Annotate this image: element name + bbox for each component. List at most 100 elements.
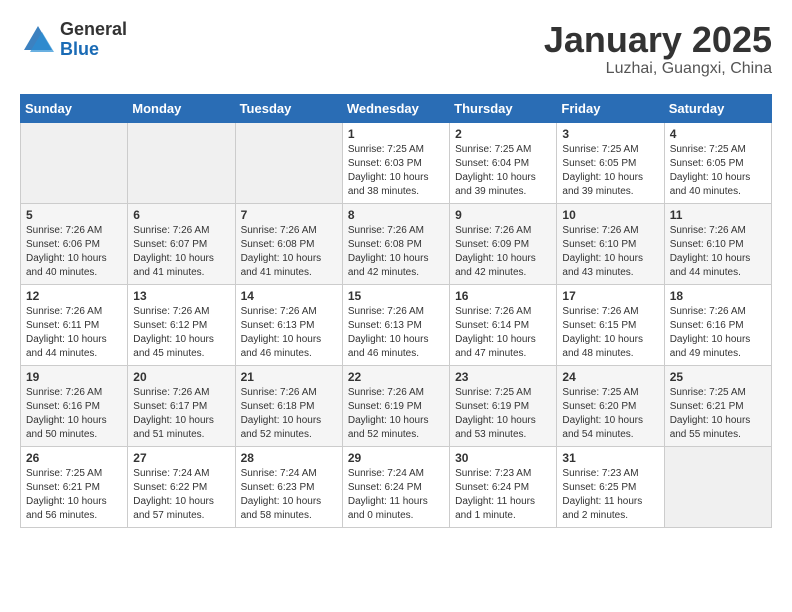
header-day: Saturday	[664, 94, 771, 122]
calendar-cell: 12Sunrise: 7:26 AM Sunset: 6:11 PM Dayli…	[21, 284, 128, 365]
cell-info-text: Sunrise: 7:26 AM Sunset: 6:18 PM Dayligh…	[241, 386, 337, 442]
calendar-cell: 18 Sunrise: 7:26 AM Sunset: 6:16 PM Dayli…	[664, 284, 771, 365]
calendar-cell: 22 Sunrise: 7:26 AM Sunset: 6:19 PM Dayli…	[342, 365, 449, 446]
cell-info-text: Sunrise: 7:24 AM Sunset: 6:22 PM Dayligh…	[133, 467, 229, 523]
calendar-cell: 21 Sunrise: 7:26 AM Sunset: 6:18 PM Dayli…	[235, 365, 342, 446]
calendar-cell: 8 Sunrise: 7:26 AM Sunset: 6:08 PM Daylig…	[342, 203, 449, 284]
cell-date-number: 18	[670, 289, 766, 303]
calendar-cell: 14Sunrise: 7:26 AM Sunset: 6:13 PM Dayli…	[235, 284, 342, 365]
calendar-week-row: 19 Sunrise: 7:26 AM Sunset: 6:16 PM Dayli…	[21, 365, 772, 446]
cell-info-text: Sunrise: 7:26 AM Sunset: 6:07 PM Dayligh…	[133, 224, 229, 280]
header-day: Thursday	[450, 94, 557, 122]
logo-blue: Blue	[60, 40, 127, 60]
header-day: Tuesday	[235, 94, 342, 122]
logo-general: General	[60, 20, 127, 40]
cell-date-number: 13	[133, 289, 229, 303]
cell-date-number: 9	[455, 208, 551, 222]
cell-info-text: Sunrise: 7:23 AM Sunset: 6:24 PM Dayligh…	[455, 467, 551, 523]
calendar-cell: 2 Sunrise: 7:25 AM Sunset: 6:04 PM Daylig…	[450, 122, 557, 203]
calendar-cell: 3 Sunrise: 7:25 AM Sunset: 6:05 PM Daylig…	[557, 122, 664, 203]
calendar-cell: 25 Sunrise: 7:25 AM Sunset: 6:21 PM Dayli…	[664, 365, 771, 446]
cell-date-number: 11	[670, 208, 766, 222]
cell-date-number: 25	[670, 370, 766, 384]
header-day: Wednesday	[342, 94, 449, 122]
page-header: General Blue January 2025 Luzhai, Guangx…	[20, 20, 772, 78]
cell-date-number: 15	[348, 289, 444, 303]
cell-date-number: 16	[455, 289, 551, 303]
calendar-week-row: 1 Sunrise: 7:25 AM Sunset: 6:03 PM Daylig…	[21, 122, 772, 203]
calendar-cell: 26 Sunrise: 7:25 AM Sunset: 6:21 PM Dayli…	[21, 446, 128, 527]
cell-date-number: 5	[26, 208, 122, 222]
calendar-cell: 6 Sunrise: 7:26 AM Sunset: 6:07 PM Daylig…	[128, 203, 235, 284]
cell-info-text: Sunrise: 7:26 AM Sunset: 6:16 PM Dayligh…	[26, 386, 122, 442]
calendar-week-row: 12Sunrise: 7:26 AM Sunset: 6:11 PM Dayli…	[21, 284, 772, 365]
calendar-cell: 29 Sunrise: 7:24 AM Sunset: 6:24 PM Dayli…	[342, 446, 449, 527]
cell-info-text: Sunrise: 7:26 AM Sunset: 6:19 PM Dayligh…	[348, 386, 444, 442]
calendar-title: January 2025	[544, 20, 772, 60]
calendar-cell	[128, 122, 235, 203]
calendar-cell: 15 Sunrise: 7:26 AM Sunset: 6:13 PM Dayli…	[342, 284, 449, 365]
logo-text: General Blue	[60, 20, 127, 60]
calendar-week-row: 5 Sunrise: 7:26 AM Sunset: 6:06 PM Daylig…	[21, 203, 772, 284]
calendar-table: SundayMondayTuesdayWednesdayThursdayFrid…	[20, 94, 772, 528]
cell-date-number: 10	[562, 208, 658, 222]
cell-date-number: 23	[455, 370, 551, 384]
cell-date-number: 21	[241, 370, 337, 384]
cell-info-text: Sunrise: 7:25 AM Sunset: 6:04 PM Dayligh…	[455, 143, 551, 199]
calendar-cell: 19 Sunrise: 7:26 AM Sunset: 6:16 PM Dayli…	[21, 365, 128, 446]
logo: General Blue	[20, 20, 127, 60]
cell-info-text: Sunrise: 7:26 AM Sunset: 6:15 PM Dayligh…	[562, 305, 658, 361]
cell-info-text: Sunrise: 7:25 AM Sunset: 6:21 PM Dayligh…	[670, 386, 766, 442]
calendar-cell: 27 Sunrise: 7:24 AM Sunset: 6:22 PM Dayli…	[128, 446, 235, 527]
cell-info-text: Sunrise: 7:26 AM Sunset: 6:17 PM Dayligh…	[133, 386, 229, 442]
cell-info-text: Sunrise: 7:26 AM Sunset: 6:08 PM Dayligh…	[241, 224, 337, 280]
cell-info-text: Sunrise: 7:26 AM Sunset: 6:06 PM Dayligh…	[26, 224, 122, 280]
calendar-cell: 9 Sunrise: 7:26 AM Sunset: 6:09 PM Daylig…	[450, 203, 557, 284]
cell-date-number: 26	[26, 451, 122, 465]
header-row: SundayMondayTuesdayWednesdayThursdayFrid…	[21, 94, 772, 122]
cell-info-text: Sunrise: 7:26 AM Sunset: 6:12 PM Dayligh…	[133, 305, 229, 361]
cell-info-text: Sunrise: 7:26 AM Sunset: 6:09 PM Dayligh…	[455, 224, 551, 280]
calendar-cell	[235, 122, 342, 203]
cell-date-number: 20	[133, 370, 229, 384]
calendar-cell: 16 Sunrise: 7:26 AM Sunset: 6:14 PM Dayli…	[450, 284, 557, 365]
cell-info-text: Sunrise: 7:24 AM Sunset: 6:24 PM Dayligh…	[348, 467, 444, 523]
calendar-cell: 4Sunrise: 7:25 AM Sunset: 6:05 PM Daylig…	[664, 122, 771, 203]
cell-info-text: Sunrise: 7:26 AM Sunset: 6:14 PM Dayligh…	[455, 305, 551, 361]
calendar-cell: 30Sunrise: 7:23 AM Sunset: 6:24 PM Dayli…	[450, 446, 557, 527]
cell-info-text: Sunrise: 7:25 AM Sunset: 6:05 PM Dayligh…	[562, 143, 658, 199]
cell-date-number: 4	[670, 127, 766, 141]
title-area: January 2025 Luzhai, Guangxi, China	[544, 20, 772, 78]
cell-date-number: 28	[241, 451, 337, 465]
calendar-cell: 1 Sunrise: 7:25 AM Sunset: 6:03 PM Daylig…	[342, 122, 449, 203]
cell-info-text: Sunrise: 7:26 AM Sunset: 6:16 PM Dayligh…	[670, 305, 766, 361]
logo-icon	[20, 22, 56, 58]
cell-date-number: 17	[562, 289, 658, 303]
cell-info-text: Sunrise: 7:26 AM Sunset: 6:08 PM Dayligh…	[348, 224, 444, 280]
cell-date-number: 12	[26, 289, 122, 303]
cell-info-text: Sunrise: 7:24 AM Sunset: 6:23 PM Dayligh…	[241, 467, 337, 523]
cell-date-number: 6	[133, 208, 229, 222]
cell-date-number: 22	[348, 370, 444, 384]
cell-info-text: Sunrise: 7:25 AM Sunset: 6:03 PM Dayligh…	[348, 143, 444, 199]
cell-date-number: 1	[348, 127, 444, 141]
cell-date-number: 24	[562, 370, 658, 384]
calendar-cell: 20 Sunrise: 7:26 AM Sunset: 6:17 PM Dayli…	[128, 365, 235, 446]
cell-info-text: Sunrise: 7:25 AM Sunset: 6:21 PM Dayligh…	[26, 467, 122, 523]
cell-info-text: Sunrise: 7:26 AM Sunset: 6:10 PM Dayligh…	[562, 224, 658, 280]
cell-date-number: 19	[26, 370, 122, 384]
calendar-cell	[21, 122, 128, 203]
cell-info-text: Sunrise: 7:23 AM Sunset: 6:25 PM Dayligh…	[562, 467, 658, 523]
cell-date-number: 3	[562, 127, 658, 141]
calendar-cell: 13 Sunrise: 7:26 AM Sunset: 6:12 PM Dayli…	[128, 284, 235, 365]
cell-date-number: 29	[348, 451, 444, 465]
cell-date-number: 27	[133, 451, 229, 465]
calendar-subtitle: Luzhai, Guangxi, China	[544, 60, 772, 78]
cell-date-number: 31	[562, 451, 658, 465]
cell-date-number: 2	[455, 127, 551, 141]
cell-info-text: Sunrise: 7:26 AM Sunset: 6:13 PM Dayligh…	[348, 305, 444, 361]
calendar-cell: 10 Sunrise: 7:26 AM Sunset: 6:10 PM Dayli…	[557, 203, 664, 284]
calendar-week-row: 26 Sunrise: 7:25 AM Sunset: 6:21 PM Dayli…	[21, 446, 772, 527]
cell-date-number: 8	[348, 208, 444, 222]
calendar-cell: 24Sunrise: 7:25 AM Sunset: 6:20 PM Dayli…	[557, 365, 664, 446]
